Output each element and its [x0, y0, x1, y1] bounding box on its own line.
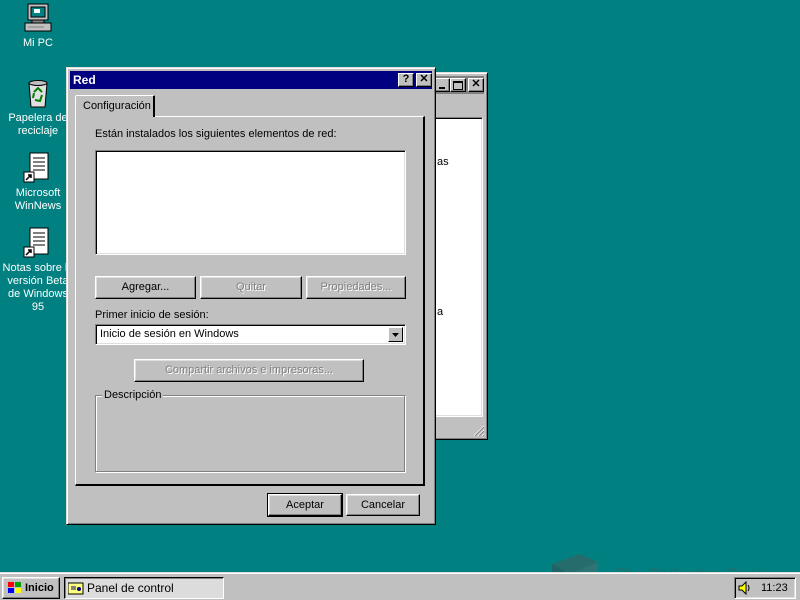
my-computer-icon [22, 2, 54, 34]
background-text: as [437, 156, 449, 168]
minimize-icon [439, 87, 445, 89]
desktop-icon-my-pc[interactable]: Mi PC [0, 2, 76, 50]
start-label: Inicio [25, 582, 54, 594]
file-print-sharing-button[interactable]: Compartir archivos e impresoras... [134, 359, 364, 382]
add-button[interactable]: Agregar... [95, 276, 196, 299]
tab-configuracion[interactable]: Configuración [75, 95, 155, 117]
desktop-icon-release-notes[interactable]: Notas sobre la versión Beta de Windows 9… [0, 227, 76, 314]
close-icon: ✕ [471, 78, 481, 90]
properties-button-label: Propiedades... [320, 281, 392, 293]
close-icon: ✕ [419, 73, 429, 85]
document-shortcut-icon [22, 152, 54, 184]
dialog-title: Red [73, 73, 96, 87]
dropdown-button[interactable] [388, 327, 403, 342]
network-dialog[interactable]: Red ? ✕ Configuración Están instalados l… [66, 67, 436, 525]
primary-logon-label: Primer inicio de sesión: [95, 309, 209, 321]
ok-button-label: Aceptar [286, 499, 324, 511]
desktop-icon-recycle-bin[interactable]: Papelera de reciclaje [0, 77, 76, 138]
start-button[interactable]: Inicio [2, 577, 60, 599]
file-print-sharing-label: Compartir archivos e impresoras... [164, 364, 334, 376]
cancel-button[interactable]: Cancelar [346, 494, 420, 516]
chevron-down-icon [392, 333, 399, 337]
resize-grip-icon[interactable] [473, 425, 485, 437]
dialog-titlebar[interactable]: Red ? ✕ [70, 71, 432, 89]
close-button[interactable]: ✕ [416, 73, 432, 87]
description-groupbox: Descripción [95, 389, 405, 472]
minimize-button[interactable] [434, 78, 450, 92]
desktop-icon-label: Papelera de reciclaje [8, 112, 68, 137]
ok-button[interactable]: Aceptar [267, 493, 343, 517]
desktop-icon-label: Microsoft WinNews [14, 187, 62, 212]
components-listbox[interactable] [95, 150, 406, 255]
properties-button[interactable]: Propiedades... [306, 276, 406, 299]
background-window-content: as a [429, 117, 483, 417]
help-button[interactable]: ? [398, 73, 414, 87]
help-icon: ? [402, 73, 410, 85]
windows-logo-icon [8, 582, 21, 593]
add-button-label: Agregar... [121, 281, 170, 293]
clock[interactable]: 11:23 [761, 582, 788, 594]
desktop: { "desktop": { "icons": [ {"label": "Mi … [0, 0, 800, 600]
recycle-bin-icon [22, 77, 54, 109]
background-text: a [437, 306, 444, 318]
remove-button-label: Quitar [236, 281, 266, 293]
primary-logon-value: Inicio de sesión en Windows [100, 328, 239, 340]
desktop-icon-winnews[interactable]: Microsoft WinNews [0, 152, 76, 213]
taskbar-item-panel-de-control[interactable]: Panel de control [64, 577, 224, 599]
desktop-icon-label: Notas sobre la versión Beta de Windows 9… [2, 262, 74, 313]
system-tray: 11:23 [734, 577, 796, 599]
background-window-titlebar[interactable]: ✕ [428, 76, 484, 94]
cancel-button-label: Cancelar [360, 499, 406, 511]
document-shortcut-icon [22, 227, 54, 259]
description-label: Descripción [102, 389, 164, 401]
maximize-button[interactable] [450, 78, 466, 92]
maximize-icon [453, 81, 463, 90]
primary-logon-select[interactable]: Inicio de sesión en Windows [95, 324, 406, 345]
control-panel-icon [68, 582, 84, 595]
taskbar-item-label: Panel de control [87, 581, 174, 595]
tab-panel: Están instalados los siguientes elemento… [75, 116, 425, 486]
taskbar: Inicio Panel de control 11:23 [0, 572, 800, 600]
remove-button[interactable]: Quitar [200, 276, 302, 299]
installed-components-label: Están instalados los siguientes elemento… [95, 128, 337, 140]
desktop-icon-label: Mi PC [23, 37, 53, 49]
speaker-icon[interactable] [738, 581, 752, 595]
tab-label: Configuración [83, 100, 151, 112]
close-button[interactable]: ✕ [468, 78, 484, 92]
